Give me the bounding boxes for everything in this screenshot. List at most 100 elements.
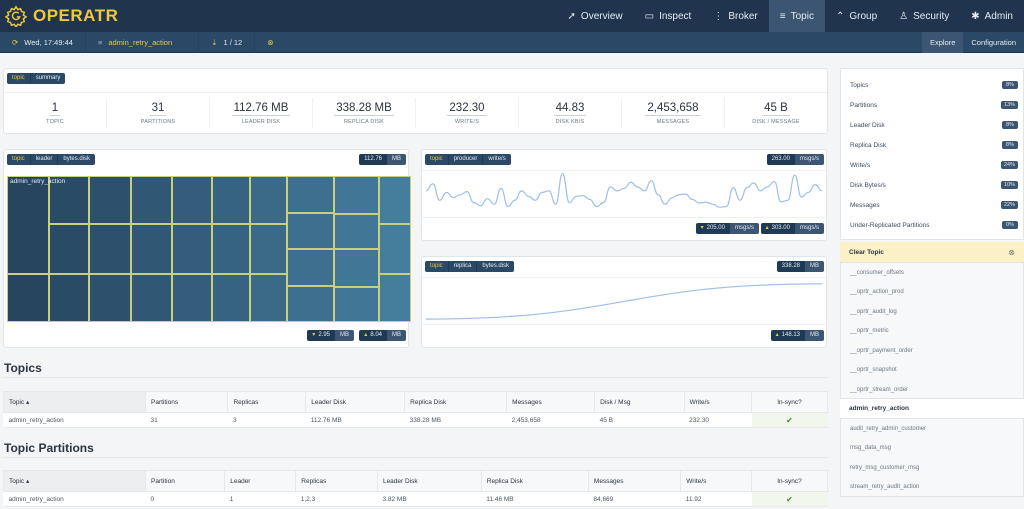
topic-list-item[interactable]: __oprtr_snapshot xyxy=(841,361,1023,381)
treemap-partition-cell[interactable] xyxy=(334,286,379,322)
treemap-partition-cell[interactable] xyxy=(212,273,250,322)
column-header[interactable]: Replicas xyxy=(295,470,378,492)
metric-partitions[interactable]: Partitions 13% xyxy=(850,101,1018,109)
replica-line-chart xyxy=(422,277,828,325)
nav-overview[interactable]: ➚ Overview xyxy=(557,0,634,32)
clear-topic-button[interactable]: Clear Topic ⊗ xyxy=(840,242,1024,262)
column-header[interactable]: Disk / Msg xyxy=(594,391,685,413)
leader-tags: topic leader bytes.disk xyxy=(7,154,96,165)
tag: replica xyxy=(449,261,478,272)
stat-label: LEADER DISK xyxy=(241,118,281,125)
app-logo[interactable]: OPERATR xyxy=(5,5,118,27)
topic-list: __consumer_offsets __oprtr_action_prod __o… xyxy=(840,262,1024,399)
treemap-partition-cell[interactable] xyxy=(89,224,131,274)
tab-configuration[interactable]: Configuration xyxy=(963,32,1024,53)
column-header[interactable]: Leader Disk xyxy=(305,391,406,413)
topic-list-item[interactable]: __oprtr_audit_log xyxy=(841,302,1023,322)
topic-selector[interactable]: ≡ admin_retry_action xyxy=(86,31,200,53)
sort-position[interactable]: ⇣ 1 / 12 xyxy=(199,31,256,53)
treemap-partition-cell[interactable] xyxy=(7,176,49,274)
refresh-icon: ⟳ xyxy=(12,37,19,47)
treemap-partition-cell[interactable] xyxy=(131,224,172,274)
nav-topic[interactable]: ≡ Topic xyxy=(768,0,825,32)
metric-leader-disk[interactable]: Leader Disk 8% xyxy=(850,121,1018,129)
column-header[interactable]: Messages xyxy=(506,391,596,413)
column-header[interactable]: Topic ▴ xyxy=(3,391,146,413)
metric-replica-disk[interactable]: Replica Disk 8% xyxy=(850,141,1018,149)
treemap-partition-cell[interactable] xyxy=(287,212,334,249)
nav-group[interactable]: ⌃ Group xyxy=(825,0,888,32)
column-header[interactable]: Write/s xyxy=(683,391,753,413)
metric-disk-bytes-s[interactable]: Disk Bytes/s 10% xyxy=(850,181,1018,189)
topic-list-item[interactable]: audit_retry_admin_customer xyxy=(841,419,1023,439)
column-header[interactable]: Leader xyxy=(224,470,297,492)
treemap-partition-cell[interactable] xyxy=(379,273,411,322)
column-header[interactable]: In-sync? xyxy=(751,470,828,492)
treemap-partition-cell[interactable] xyxy=(250,273,287,322)
column-header[interactable]: Topic ▴ xyxy=(3,470,146,492)
column-header[interactable]: In-sync? xyxy=(751,391,828,413)
in-sync-check-icon: ✔ xyxy=(751,412,828,428)
treemap-partition-cell[interactable] xyxy=(379,224,411,274)
treemap-partition-cell[interactable] xyxy=(250,176,287,225)
treemap-partition-cell[interactable] xyxy=(250,224,287,274)
treemap-partition-cell[interactable] xyxy=(379,176,411,225)
treemap-partition-cell[interactable] xyxy=(334,249,379,287)
treemap-partition-cell[interactable] xyxy=(172,224,212,274)
metric-write-s[interactable]: Write/s 24% xyxy=(850,161,1018,169)
treemap-partition-cell[interactable] xyxy=(287,285,334,322)
topic-list-item[interactable]: __oprtr_action_prod xyxy=(841,283,1023,303)
treemap-partition-cell[interactable] xyxy=(131,273,172,322)
table-row[interactable]: admin_retry_action 0 1 1,2,3 3.82 MB 11.46 MB… xyxy=(3,491,828,507)
column-header[interactable]: Partitions xyxy=(144,391,229,413)
column-header[interactable]: Replica Disk xyxy=(480,470,589,492)
treemap-partition-cell[interactable] xyxy=(89,273,131,322)
value: 338.28 xyxy=(776,261,805,272)
user-icon: ♙ xyxy=(899,10,909,22)
treemap-partition-cell[interactable] xyxy=(49,224,89,274)
refresh-button[interactable]: ⟳ Wed, 17:49:44 xyxy=(0,31,86,53)
table-row[interactable]: admin_retry_action 31 3 112.76 MB 338.28 MB 2… xyxy=(3,412,828,428)
treemap-partition-cell[interactable] xyxy=(172,176,212,225)
column-header[interactable]: Replicas xyxy=(227,391,307,413)
treemap-partition-cell[interactable] xyxy=(212,224,250,274)
metric-topics[interactable]: Topics 8% xyxy=(850,81,1018,89)
column-header[interactable]: Partition xyxy=(144,470,226,492)
column-header[interactable]: Write/s xyxy=(680,470,752,492)
unit: MB xyxy=(805,261,824,272)
table-cell: admin_retry_action xyxy=(3,412,146,428)
topic-list-item[interactable]: stream_retry_audit_action xyxy=(841,478,1023,498)
up-arrow-icon: ▴ xyxy=(775,332,779,338)
treemap-partition-cell[interactable] xyxy=(172,273,212,322)
treemap-partition-cell[interactable] xyxy=(131,176,172,225)
topic-list-item[interactable]: __consumer_offsets xyxy=(841,263,1023,283)
nav-admin[interactable]: ✱ Admin xyxy=(960,0,1024,32)
metric-under-replicated-partitions[interactable]: Under-Replicated Partitions 0% xyxy=(850,221,1018,229)
column-header[interactable]: Replica Disk xyxy=(404,391,508,413)
column-header[interactable]: Messages xyxy=(587,470,682,492)
topic-list-item[interactable]: msg_data_msg xyxy=(841,439,1023,459)
topic-list-item[interactable]: __oprtr_stream_order xyxy=(841,380,1023,400)
treemap-partition-cell[interactable] xyxy=(212,176,250,225)
topic-list-item-selected[interactable]: admin_retry_action xyxy=(840,399,1024,418)
metric-messages[interactable]: Messages 22% xyxy=(850,201,1018,209)
treemap-partition-cell[interactable] xyxy=(287,249,334,286)
close-circle-icon: ⊗ xyxy=(267,37,274,47)
topic-list-item[interactable]: __oprtr_metric xyxy=(841,322,1023,342)
value: 112.76 xyxy=(359,154,387,165)
treemap-partition-cell[interactable] xyxy=(7,273,49,322)
treemap-partition-cell[interactable] xyxy=(287,176,334,213)
nav-security[interactable]: ♙ Security xyxy=(888,0,960,32)
nav-broker[interactable]: ⋮ Broker xyxy=(702,0,768,32)
stat-partitions: 31 PARTITIONS xyxy=(107,97,210,128)
tab-explore[interactable]: Explore xyxy=(921,31,964,53)
clear-filter-button[interactable]: ⊗ xyxy=(255,32,285,53)
nav-inspect[interactable]: ▭ Inspect xyxy=(634,0,703,32)
treemap-partition-cell[interactable] xyxy=(334,213,379,249)
treemap-partition-cell[interactable] xyxy=(334,176,379,214)
column-header[interactable]: Leader Disk xyxy=(376,470,482,492)
topic-list-item[interactable]: __oprtr_payment_order xyxy=(841,341,1023,361)
treemap-partition-cell[interactable] xyxy=(89,176,131,225)
treemap-partition-cell[interactable] xyxy=(49,273,89,322)
topic-list-item[interactable]: retry_msg_customer_msg xyxy=(841,458,1023,478)
